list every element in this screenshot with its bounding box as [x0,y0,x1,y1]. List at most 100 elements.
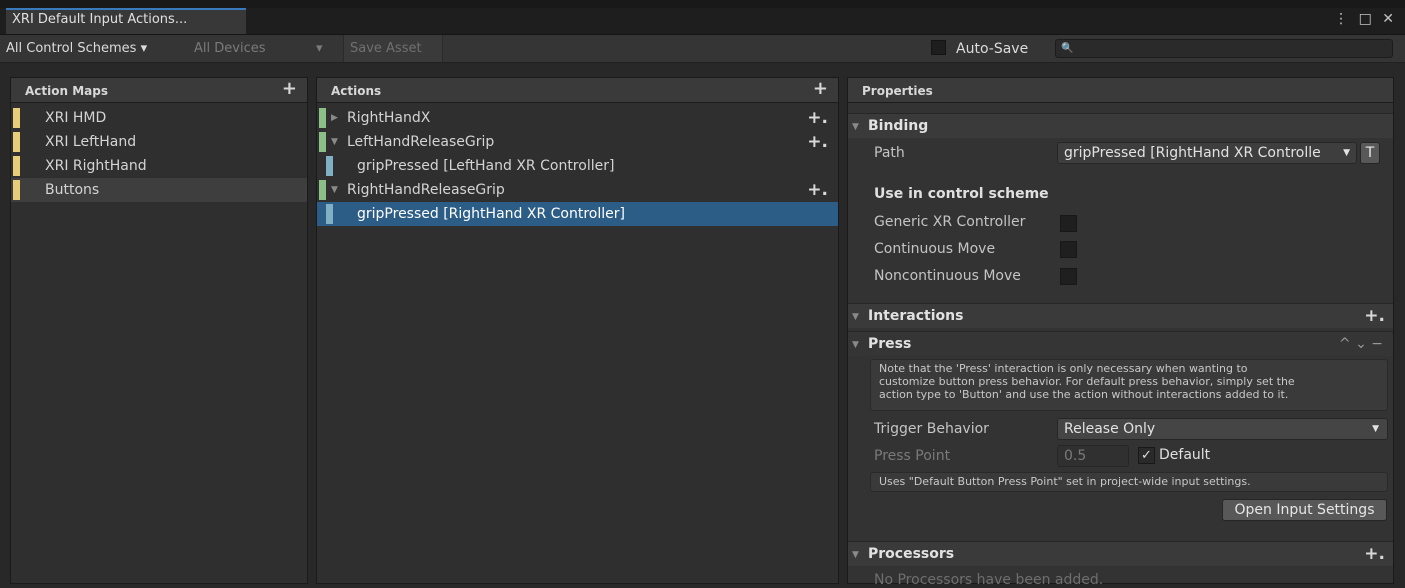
help-line: customize button press behavior. For def… [879,375,1295,388]
help-line: Note that the 'Press' interaction is onl… [879,362,1248,375]
chevron-down-icon: ▼ [1343,148,1350,158]
properties-panel: Properties ▼ Binding Path gripPressed [R… [847,77,1394,588]
press-point-label: Press Point [874,448,951,464]
text-mode-button[interactable]: T [1360,142,1380,164]
action-maps-title: Action Maps [25,84,108,98]
scheme-checkbox[interactable] [1060,215,1077,232]
title-strip [0,0,1405,8]
action-map-item[interactable]: XRI RightHand [11,154,307,178]
open-input-settings-button[interactable]: Open Input Settings [1222,499,1387,521]
autosave-checkbox[interactable] [931,40,946,55]
devices-dropdown[interactable]: All Devices ▾ [188,35,338,62]
actions-header: Actions + [317,78,838,103]
action-row[interactable]: ▼ LeftHandReleaseGrip +. [317,130,838,154]
add-binding-button[interactable]: +. [807,106,828,130]
path-dropdown[interactable]: gripPressed [RightHand XR Controlle ▼ [1057,142,1357,164]
trigger-behavior-dropdown[interactable]: Release Only ▼ [1057,418,1388,440]
interactions-title: Interactions [868,308,964,324]
properties-title: Properties [862,84,933,98]
actions-panel: Actions + ▶ RightHandX +. ▼ LeftHandRele… [316,77,839,584]
chevron-down-icon: ▼ [1372,424,1379,434]
processors-title: Processors [868,546,955,562]
binding-section-header[interactable]: ▼ Binding [848,113,1393,138]
help-line: action type to 'Button' and use the acti… [879,388,1289,401]
scheme-label: Generic XR Controller [874,214,1026,230]
collapse-triangle-icon: ▼ [852,312,859,322]
search-icon: 🔍 [1061,43,1074,54]
add-binding-button[interactable]: +. [807,130,828,154]
press-help-box: Note that the 'Press' interaction is onl… [870,359,1388,411]
use-in-scheme-heading: Use in control scheme [874,186,1049,202]
action-map-item[interactable]: XRI HMD [11,106,307,130]
action-map-item-selected[interactable]: Buttons [11,178,307,202]
scheme-checkbox[interactable] [1060,241,1077,258]
add-processor-button[interactable]: +. [1364,542,1385,566]
map-marker [13,108,20,128]
binding-marker [326,204,333,224]
collapse-triangle-icon: ▼ [852,550,859,560]
scheme-label: Continuous Move [874,241,996,257]
action-row[interactable]: ▶ RightHandX +. [317,106,838,130]
add-interaction-button[interactable]: +. [1364,304,1385,328]
path-label: Path [874,145,905,161]
action-marker [319,108,326,128]
default-checkbox[interactable]: ✓ [1138,447,1155,464]
properties-header: Properties [848,78,1393,103]
action-maps-header: Action Maps + [11,78,307,103]
action-row[interactable]: ▼ RightHandReleaseGrip +. [317,178,838,202]
collapse-triangle-icon[interactable]: ▼ [331,130,338,154]
collapse-triangle-icon: ▼ [852,340,859,350]
trigger-behavior-value: Release Only [1064,421,1156,437]
press-section-header[interactable]: ▼ Press ^ ⌄ − [848,331,1393,356]
action-label: RightHandX [347,110,431,126]
collapse-triangle-icon[interactable]: ▼ [331,178,338,202]
action-map-item[interactable]: XRI LeftHand [11,130,307,154]
press-reorder-remove-icons[interactable]: ^ ⌄ − [1339,332,1383,356]
map-marker [13,180,20,200]
action-marker [319,180,326,200]
binding-label: gripPressed [RightHand XR Controller] [357,206,625,222]
action-maps-panel: Action Maps + XRI HMD XRI LeftHand XRI R… [10,77,308,584]
binding-marker [326,156,333,176]
binding-row[interactable]: gripPressed [LeftHand XR Controller] [317,154,838,178]
interactions-section-header[interactable]: ▼ Interactions +. [848,303,1393,328]
chevron-down-icon: ▾ [316,41,323,56]
devices-label: All Devices [194,41,266,56]
trigger-behavior-label: Trigger Behavior [874,421,989,437]
default-label: Default [1159,447,1211,463]
collapse-triangle-icon: ▼ [852,122,859,132]
window-controls-icons[interactable]: ⋮ □ ✕ [1334,11,1397,27]
add-action-map-button[interactable]: + [282,80,297,98]
toolbar: All Control Schemes ▾ All Devices ▾ Save… [0,35,1405,63]
actions-title: Actions [331,84,382,98]
press-title: Press [868,336,912,352]
add-binding-button[interactable]: +. [807,178,828,202]
binding-row-selected[interactable]: gripPressed [RightHand XR Controller] [317,202,838,226]
save-asset-button[interactable]: Save Asset [343,35,443,62]
press-point-note: Uses "Default Button Press Point" set in… [870,472,1388,492]
action-map-label: XRI HMD [45,110,107,126]
binding-section-title: Binding [868,118,929,134]
action-label: RightHandReleaseGrip [347,182,505,198]
autosave-label: Auto-Save [956,41,1029,57]
action-map-label: XRI RightHand [45,158,147,174]
control-scheme-dropdown[interactable]: All Control Schemes ▾ [0,35,190,62]
press-point-field[interactable]: 0.5 [1057,445,1129,467]
action-marker [319,132,326,152]
path-value: gripPressed [RightHand XR Controlle [1064,145,1321,161]
action-map-label: XRI LeftHand [45,134,137,150]
scheme-checkbox[interactable] [1060,268,1077,285]
binding-label: gripPressed [LeftHand XR Controller] [357,158,615,174]
tab-input-actions[interactable]: XRI Default Input Actions... [6,8,246,34]
action-label: LeftHandReleaseGrip [347,134,495,150]
expand-triangle-icon[interactable]: ▶ [331,106,338,130]
processors-section-header[interactable]: ▼ Processors +. [848,541,1393,566]
scheme-label: Noncontinuous Move [874,268,1021,284]
map-marker [13,156,20,176]
tab-bar: XRI Default Input Actions... ⋮ □ ✕ [0,8,1405,35]
add-action-button[interactable]: + [813,80,828,98]
action-map-label: Buttons [45,182,100,198]
map-marker [13,132,20,152]
search-input[interactable] [1055,39,1393,58]
no-processors-text: No Processors have been added. [874,572,1104,588]
